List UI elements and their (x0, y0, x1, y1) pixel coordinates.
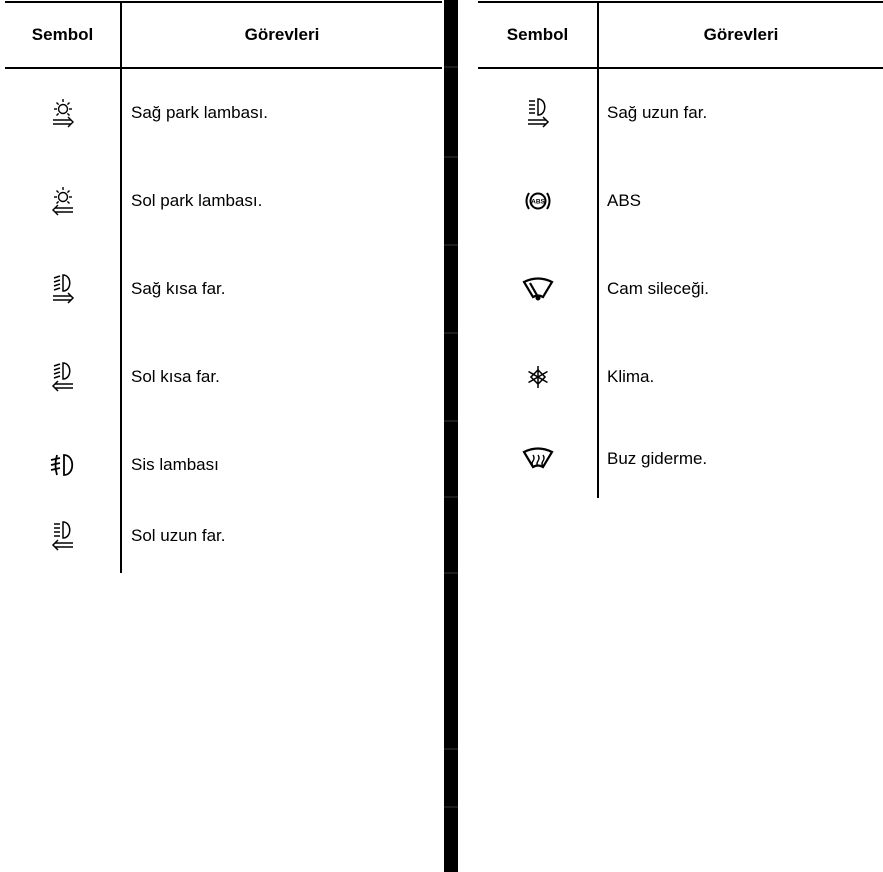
row-label: Buz giderme. (607, 449, 708, 468)
table-row: Cam sileceği. (478, 245, 883, 333)
table-row: Sol uzun far. (5, 491, 442, 581)
low-beam-right-icon (5, 245, 120, 333)
row-label: Sol uzun far. (131, 526, 226, 545)
row-label: Sağ uzun far. (607, 103, 708, 122)
symbol-column-header: Sembol (506, 25, 569, 44)
page-divider-bar (444, 0, 458, 872)
table-row: Sol park lambası. (5, 157, 442, 245)
table-row: Sağ park lambası. (5, 69, 442, 157)
table-row: Klima. (478, 333, 883, 421)
table-row: Sol kısa far. (5, 333, 442, 421)
symbol-column-header: Sembol (31, 25, 94, 44)
row-label: Klima. (607, 367, 655, 386)
table-row: Buz giderme. (478, 421, 883, 497)
table-row: ABS ABS (478, 157, 883, 245)
table-row: Sağ uzun far. (478, 69, 883, 157)
parking-light-right-icon (5, 69, 120, 157)
parking-light-left-icon (5, 157, 120, 245)
defrost-icon (478, 421, 597, 497)
high-beam-left-icon (5, 491, 120, 581)
row-label: Cam sileceği. (607, 279, 710, 298)
abs-icon: ABS (478, 157, 597, 245)
row-label: ABS (607, 191, 642, 210)
air-conditioning-icon (478, 333, 597, 421)
row-label: Sol park lambası. (131, 191, 263, 210)
table-row: Sağ kısa far. (5, 245, 442, 333)
row-label: Sağ park lambası. (131, 103, 269, 122)
low-beam-left-icon (5, 333, 120, 421)
row-label: Sağ kısa far. (131, 279, 226, 298)
function-column-header: Görevleri (244, 25, 320, 44)
high-beam-right-icon (478, 69, 597, 157)
row-label: Sol kısa far. (131, 367, 220, 386)
svg-text:ABS: ABS (531, 199, 545, 206)
function-column-header: Görevleri (703, 25, 779, 44)
wiper-icon (478, 245, 597, 333)
